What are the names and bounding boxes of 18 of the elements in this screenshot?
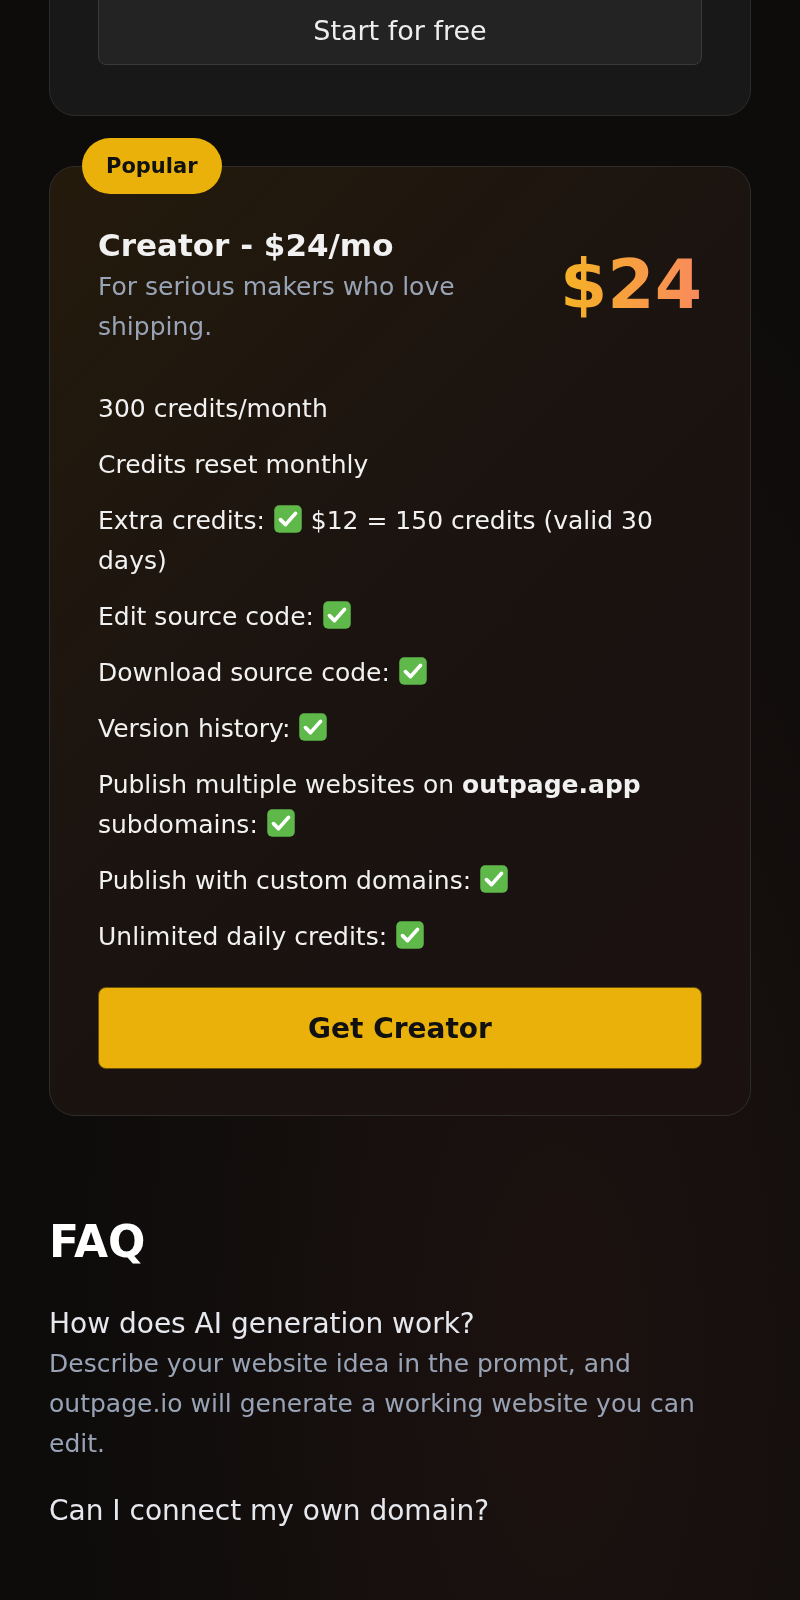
feature-text: Edit source code:	[98, 597, 702, 637]
faq-question[interactable]: How does AI generation work?	[49, 1307, 751, 1340]
faq-question[interactable]: Can I connect my own domain?	[49, 1494, 751, 1527]
feature-text: 300 credits/month	[98, 393, 329, 425]
faq-heading: FAQ	[49, 1216, 147, 1267]
faq-answer: Describe your website idea in the prompt, and outpage.io will generate a working website you can edit.	[49, 1348, 696, 1460]
popular-badge: Popular	[82, 138, 222, 194]
feature-text: Extra credits: $12 = 150 credits (valid 30 days)	[98, 503, 654, 577]
feature-text: Version history:	[98, 709, 702, 749]
feature-text: Credits reset monthly	[98, 449, 370, 481]
plan-title: Creator - $24/mo	[98, 227, 395, 263]
plan-description: For serious makers who love shipping.	[98, 271, 456, 343]
get-creator-button[interactable]: Get Creator	[98, 987, 702, 1069]
feature-text: Publish multiple websites on outpage.app subdomains:	[98, 769, 642, 841]
feature-text: Unlimited daily credits:	[98, 917, 702, 957]
feature-text: Publish with custom domains:	[98, 861, 702, 901]
start-button[interactable]: Start for free	[98, 0, 702, 65]
feature-text: Download source code:	[98, 653, 702, 693]
